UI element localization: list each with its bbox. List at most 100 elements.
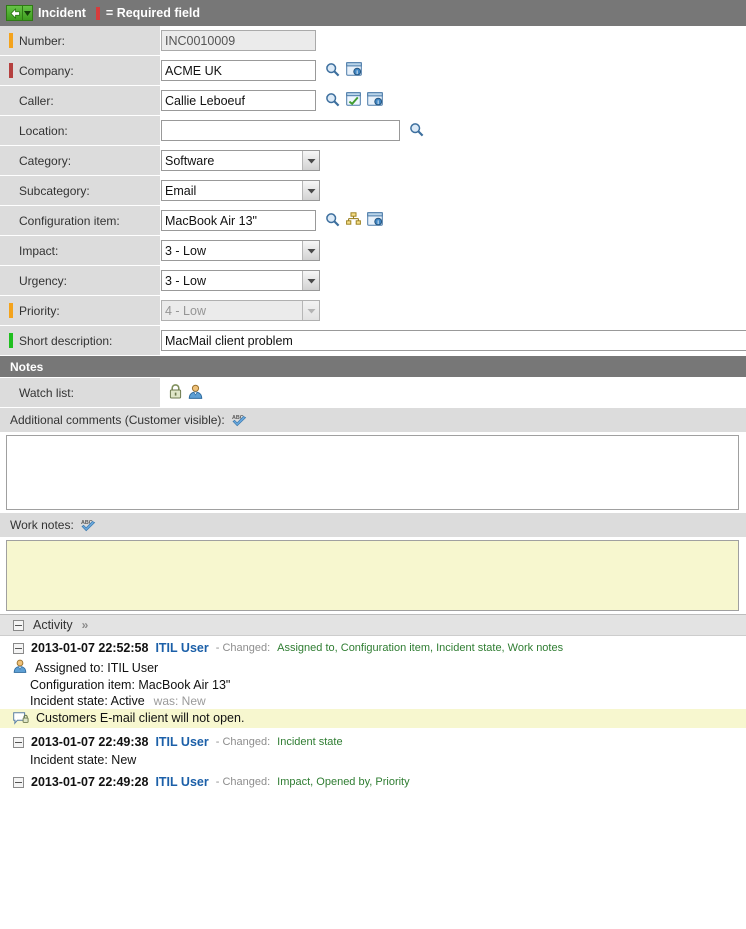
caller-input[interactable] <box>161 90 316 111</box>
subcategory-select[interactable]: Email <box>161 180 320 201</box>
chevron-down-icon[interactable] <box>302 151 319 170</box>
watch-list-icons <box>169 383 203 402</box>
activity-entry: 2013-01-07 22:49:38 ITIL User - Changed:… <box>0 730 746 770</box>
work-notes-wrap <box>0 538 746 614</box>
back-button[interactable] <box>6 5 33 21</box>
activity-entry-header: 2013-01-07 22:52:58 ITIL User - Changed:… <box>0 636 746 658</box>
user-avatar-icon[interactable] <box>188 384 203 402</box>
additional-comments-label-row: Additional comments (Customer visible): … <box>0 408 746 433</box>
label-text: Impact: <box>19 243 59 258</box>
field-value-configuration-item: i <box>160 206 746 235</box>
activity-change-text: Incident state: Active <box>30 694 145 708</box>
dependency-map-icon[interactable] <box>346 212 361 229</box>
private-note-icon <box>13 711 29 725</box>
chevron-down-icon[interactable] <box>302 241 319 260</box>
activity-user-link[interactable]: ITIL User <box>155 775 208 789</box>
collapse-minus-icon[interactable] <box>13 619 24 631</box>
location-field-icons <box>409 122 424 140</box>
label-text: Priority: <box>19 303 60 318</box>
activity-user-link[interactable]: ITIL User <box>155 641 208 655</box>
field-row-configuration-item: Configuration item: MacBook Air 13" i <box>0 206 746 236</box>
short-description-input[interactable] <box>161 330 746 351</box>
work-notes-textarea[interactable] <box>6 540 739 611</box>
urgency-selected-value: 3 - Low <box>165 273 206 288</box>
search-icon[interactable] <box>325 62 340 80</box>
search-icon[interactable] <box>325 92 340 110</box>
activity-change-text: Incident state: New <box>30 753 137 767</box>
priority-select: 4 - Low <box>161 300 320 321</box>
field-row-category: Category: Software <box>0 146 746 176</box>
activity-work-note: Customers E-mail client will not open. <box>0 709 746 728</box>
field-label-urgency: Urgency: <box>0 266 160 295</box>
field-label-location: Location: <box>0 116 160 145</box>
additional-comments-wrap <box>0 433 746 513</box>
label-text: Urgency: <box>19 273 68 288</box>
lock-icon[interactable] <box>169 383 182 402</box>
activity-entry: 2013-01-07 22:49:28 ITIL User - Changed:… <box>0 770 746 792</box>
label-text: Category: <box>19 153 72 168</box>
category-selected-value: Software <box>165 153 215 168</box>
additional-comments-textarea[interactable] <box>6 435 739 510</box>
impact-select[interactable]: 3 - Low <box>161 240 320 261</box>
collapse-minus-icon[interactable] <box>13 736 24 748</box>
field-row-location: Location: <box>0 116 746 146</box>
notes-section-title: Notes <box>10 359 44 374</box>
configuration-item-field-icons: i <box>325 212 383 230</box>
page-title: Incident <box>38 6 86 20</box>
field-value-watch-list <box>160 378 746 407</box>
activity-change-text: Assigned to: ITIL User <box>35 660 159 675</box>
no-marker <box>9 183 13 198</box>
category-select[interactable]: Software <box>161 150 320 171</box>
company-input[interactable] <box>161 60 316 81</box>
field-value-location <box>160 116 746 145</box>
field-label-priority: Priority: <box>0 296 160 325</box>
chevron-down-icon[interactable] <box>302 271 319 290</box>
incident-form-fields: Number: Company: <box>0 26 746 356</box>
activity-timestamp: 2013-01-07 22:49:38 <box>31 735 149 749</box>
activity-user-link[interactable]: ITIL User <box>155 735 208 749</box>
subcategory-selected-value: Email <box>165 183 197 198</box>
form-header: Incident = Required field <box>0 0 746 26</box>
activity-expand-all-button[interactable]: » <box>82 618 89 632</box>
readonly-marker <box>9 303 13 318</box>
preview-record-icon[interactable]: i <box>367 92 383 109</box>
preview-record-icon[interactable]: i <box>367 212 383 229</box>
work-notes-label: Work notes: <box>10 518 74 532</box>
company-field-icons: i <box>325 62 362 80</box>
notes-section-header: Notes <box>0 356 746 378</box>
label-text: Configuration item: <box>19 213 120 228</box>
field-label-number: Number: <box>0 26 160 55</box>
activity-change-text: Configuration item: MacBook Air 13" <box>30 678 231 692</box>
field-value-urgency: 3 - Low <box>160 266 746 295</box>
search-icon[interactable] <box>409 122 424 140</box>
priority-selected-value: 4 - Low <box>165 303 206 318</box>
activity-entry: 2013-01-07 22:52:58 ITIL User - Changed:… <box>0 636 746 730</box>
no-marker <box>9 273 13 288</box>
no-marker <box>9 213 13 228</box>
activity-header: Activity » <box>0 614 746 636</box>
chevron-down-icon[interactable] <box>302 181 319 200</box>
label-text: Short description: <box>19 333 113 348</box>
field-value-impact: 3 - Low <box>160 236 746 265</box>
number-input[interactable] <box>161 30 316 51</box>
configuration-item-input[interactable] <box>161 210 316 231</box>
spellcheck-icon[interactable]: ABC <box>80 518 96 532</box>
back-arrow-icon[interactable] <box>6 5 23 21</box>
collapse-minus-icon[interactable] <box>13 642 24 654</box>
edit-record-icon[interactable] <box>346 92 361 109</box>
label-text: Caller: <box>19 93 54 108</box>
field-label-company: Company: <box>0 56 160 85</box>
collapse-minus-icon[interactable] <box>13 776 24 788</box>
field-value-category: Software <box>160 146 746 175</box>
search-icon[interactable] <box>325 212 340 230</box>
activity-changed-keyword: - Changed: <box>215 642 271 654</box>
location-input[interactable] <box>161 120 400 141</box>
activity-previous-value: was: New <box>153 694 206 708</box>
chevron-down-icon[interactable] <box>23 5 33 21</box>
required-marker <box>9 63 13 78</box>
spellcheck-icon[interactable]: ABC <box>231 413 247 427</box>
urgency-select[interactable]: 3 - Low <box>161 270 320 291</box>
activity-note-text: Customers E-mail client will not open. <box>36 711 245 725</box>
readonly-marker <box>9 33 13 48</box>
preview-record-icon[interactable]: i <box>346 62 362 79</box>
